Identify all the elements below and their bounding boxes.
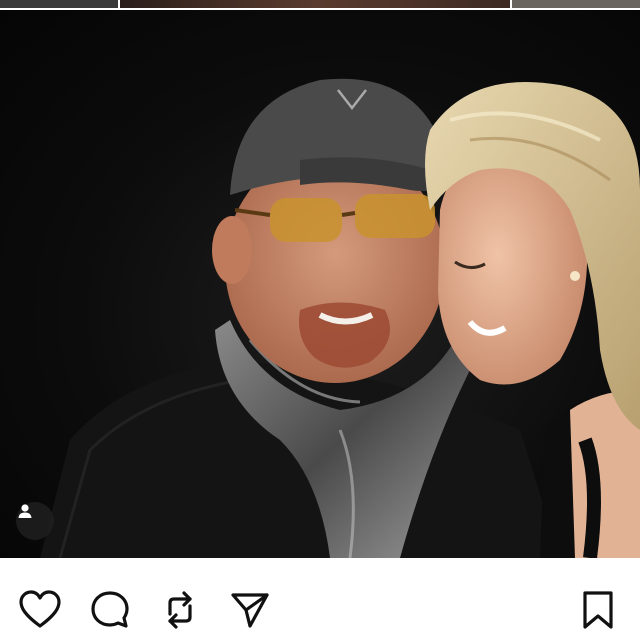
save-button[interactable] bbox=[576, 588, 620, 632]
repost-button[interactable] bbox=[158, 588, 202, 632]
bookmark-icon bbox=[583, 591, 613, 629]
previous-post-thumb bbox=[0, 0, 118, 8]
tagged-people-button[interactable] bbox=[16, 502, 54, 540]
heart-icon bbox=[19, 590, 61, 628]
previous-post-thumb bbox=[512, 0, 640, 8]
comment-button[interactable] bbox=[88, 588, 132, 632]
previous-post-thumb bbox=[120, 0, 510, 8]
post-action-bar bbox=[0, 558, 640, 640]
share-button[interactable] bbox=[228, 588, 272, 632]
photo-illustration bbox=[40, 78, 640, 558]
like-button[interactable] bbox=[18, 588, 62, 632]
comment-bubble-icon bbox=[91, 591, 129, 628]
post-photo[interactable] bbox=[0, 10, 640, 558]
repost-icon bbox=[168, 591, 192, 629]
send-icon bbox=[231, 593, 269, 628]
previous-post-strip bbox=[0, 0, 640, 10]
person-icon bbox=[18, 504, 32, 518]
